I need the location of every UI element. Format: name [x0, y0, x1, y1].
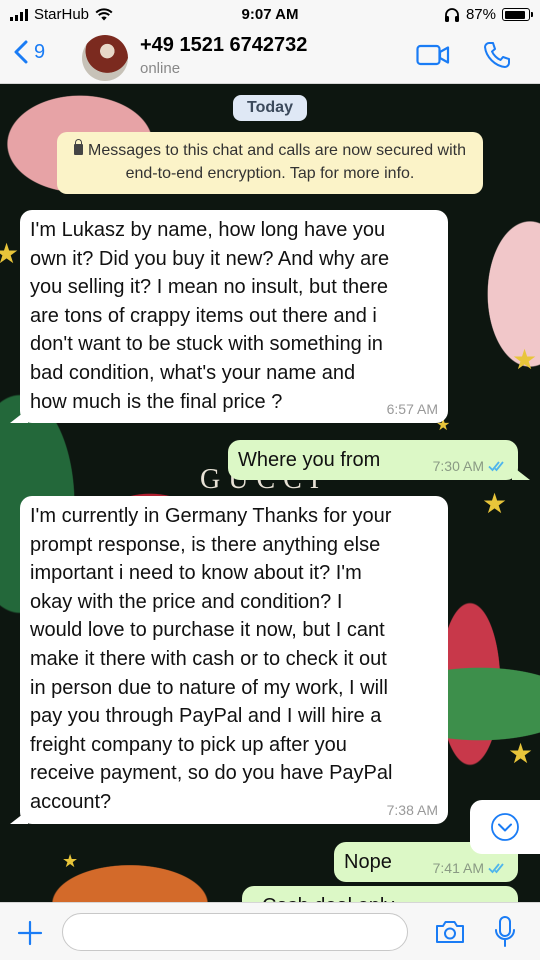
message-time: 7:30 AM [432, 458, 484, 474]
bubble-tail [10, 409, 28, 423]
contact-name[interactable]: +49 1521 6742732 [140, 34, 307, 57]
input-bar [0, 902, 540, 960]
message-meta: 6:57 AM [387, 401, 438, 417]
microphone-icon[interactable] [494, 915, 516, 949]
message-line: freight company to pick up after you [30, 733, 347, 756]
message-line: prompt response, is there anything else [30, 533, 381, 556]
message-input[interactable] [62, 913, 408, 951]
encryption-notice[interactable]: Messages to this chat and calls are now … [57, 132, 483, 194]
message-line: bad condition, what's your name and [30, 361, 356, 384]
message-line: receive payment, so do you have PayPal [30, 762, 393, 785]
message-meta: 7:30 AM [433, 458, 508, 474]
headphones-icon [444, 7, 459, 22]
battery-icon [502, 8, 533, 21]
phone-icon[interactable] [482, 40, 512, 70]
wallpaper-star: ★ [62, 851, 79, 871]
message-line: own it? Did you buy it new? And why are [30, 247, 390, 270]
wallpaper-star: ★ [512, 344, 538, 375]
message-line: you selling it? I mean no insult, but th… [30, 276, 388, 299]
message-line: Cash deal only [252, 892, 508, 902]
unread-count: 9 [34, 40, 46, 63]
message-line: I'm currently in Germany Thanks for your [30, 505, 392, 527]
message-meta: 7:41 AM [433, 860, 508, 876]
message-line: would love to purchase it now, but I can… [30, 619, 385, 642]
message-line: I'm Lukasz by name, how long have you [30, 219, 386, 241]
message-meta: 7:38 AM [387, 802, 438, 818]
message-line: how much is the final price ? [30, 390, 283, 413]
lock-icon [74, 139, 84, 155]
wallpaper-star: ★ [482, 488, 508, 519]
chat-area[interactable]: GUCCI ★ ★ ★ ★ ★ ★ Today Messages to this… [0, 84, 540, 902]
message-time: 7:38 AM [386, 802, 438, 818]
day-divider: Today [233, 95, 307, 121]
status-bar: StarHub 9:07 AM 87% [0, 0, 540, 30]
message-bubble-outgoing[interactable]: Where you from 7:30 AM [228, 440, 518, 480]
message-time: 6:57 AM [386, 401, 438, 417]
read-receipt-icon [488, 461, 504, 472]
back-button[interactable]: 9 [14, 40, 45, 64]
status-right: 87% [444, 6, 533, 23]
scroll-down-icon [491, 813, 519, 841]
message-line: make it there with cash or to check it o… [30, 647, 387, 670]
contact-status: online [140, 60, 181, 77]
chat-header: 9 +49 1521 6742732 online [0, 30, 540, 84]
message-bubble-incoming[interactable]: I'm Lukasz by name, how long have you ow… [20, 210, 448, 423]
message-line: are tons of crappy items out there and i [30, 304, 377, 327]
wallpaper-star: ★ [0, 238, 20, 269]
wallpaper-star: ★ [508, 738, 534, 769]
battery-percent: 87% [465, 6, 496, 23]
message-line: important i need to know about it? I'm [30, 562, 362, 585]
camera-icon[interactable] [434, 919, 466, 945]
read-receipt-icon [488, 863, 504, 874]
scroll-down-button[interactable] [470, 800, 540, 854]
avatar[interactable] [82, 35, 128, 81]
message-bubble-outgoing[interactable]: Cash deal only [242, 886, 518, 902]
message-line: don't want to be stuck with something in [30, 333, 383, 356]
message-line: okay with the price and condition? I [30, 590, 343, 613]
video-call-icon[interactable] [416, 44, 450, 66]
back-chevron-icon [14, 40, 28, 64]
message-line: account? [30, 790, 112, 813]
message-time: 7:41 AM [432, 860, 484, 876]
message-bubble-incoming[interactable]: I'm currently in Germany Thanks for your… [20, 496, 448, 824]
message-line: pay you through PayPal and I will hire a [30, 705, 382, 728]
message-line: in person due to nature of my work, I wi… [30, 676, 388, 699]
encryption-notice-text: Messages to this chat and calls are now … [88, 142, 466, 182]
plus-icon[interactable] [16, 919, 44, 947]
